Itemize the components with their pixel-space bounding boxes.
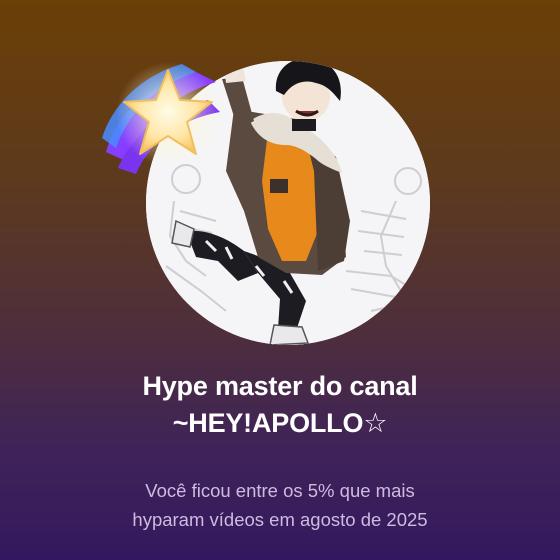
hype-master-card: Hype master do canal ~HEY!APOLLO☆ Você f… [0, 0, 560, 560]
subtitle-line-2: hyparam vídeos em agosto de 2025 [132, 509, 428, 530]
card-subtitle: Você ficou entre os 5% que mais hyparam … [40, 476, 520, 534]
title-line-1: Hype master do canal [142, 371, 418, 401]
hype-star-badge-icon [96, 56, 228, 180]
subtitle-line-1: Você ficou entre os 5% que mais [145, 480, 415, 501]
title-channel-name: ~HEY!APOLLO☆ [172, 408, 388, 438]
card-title: Hype master do canal ~HEY!APOLLO☆ [40, 368, 520, 442]
